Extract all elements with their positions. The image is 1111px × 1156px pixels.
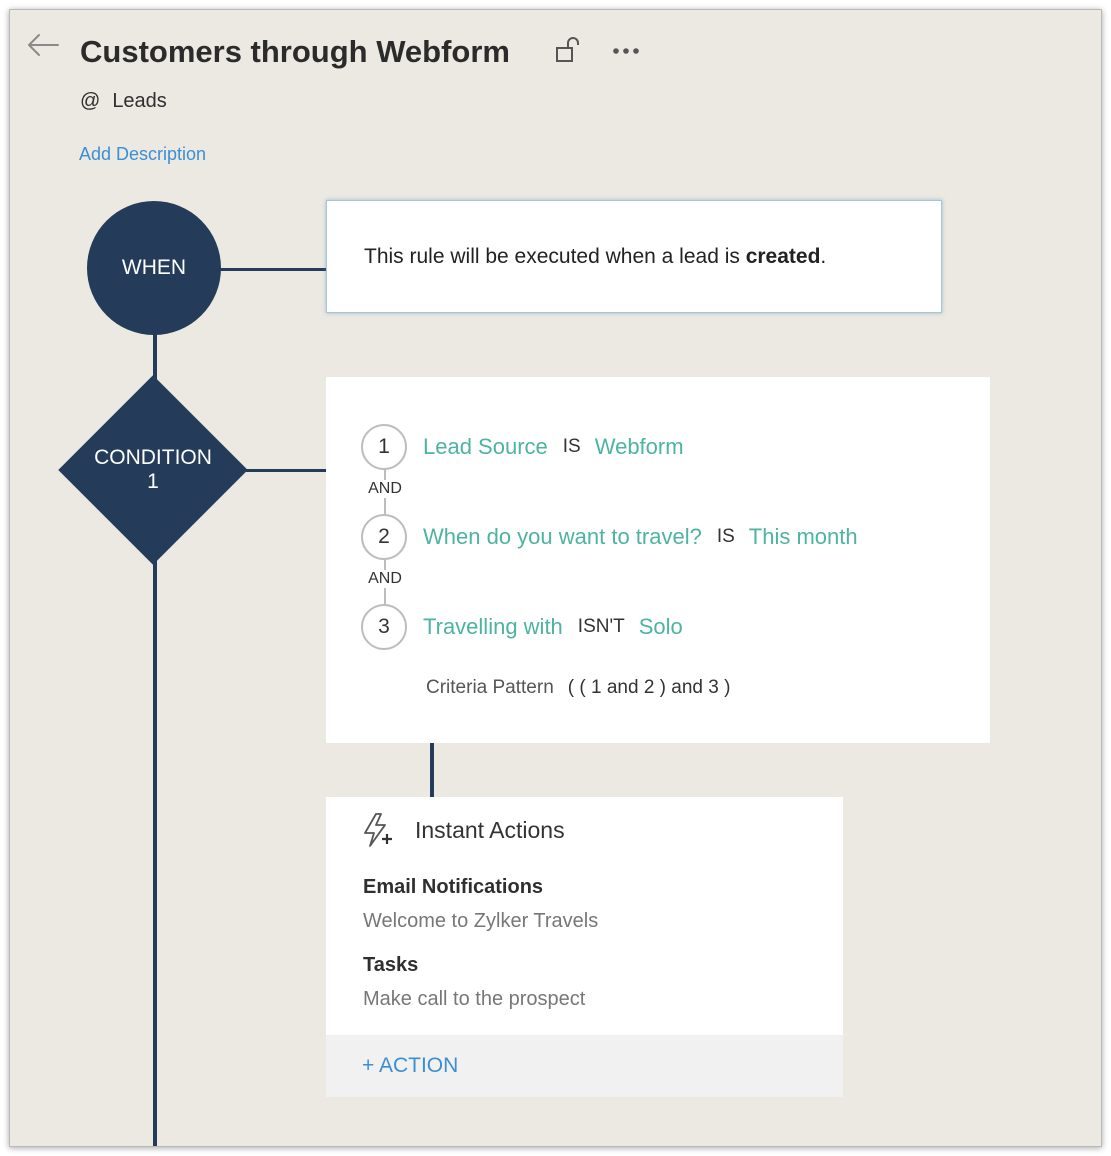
criteria-field: When do you want to travel? xyxy=(423,524,702,549)
criteria-pattern: Criteria Pattern ( ( 1 and 2 ) and 3 ) xyxy=(426,677,730,699)
actions-footer: + ACTION xyxy=(326,1035,843,1097)
criteria-number: 3 xyxy=(361,604,407,650)
module-label: @ Leads xyxy=(80,90,167,113)
criteria-pattern-label: Criteria Pattern xyxy=(426,677,554,698)
criteria-number: 2 xyxy=(361,514,407,560)
instant-action-bolt-icon xyxy=(364,813,392,847)
more-options-icon[interactable] xyxy=(612,46,640,56)
when-text-bold: created xyxy=(745,244,821,268)
when-connector-line xyxy=(220,268,328,271)
criteria-field: Travelling with xyxy=(423,614,563,639)
condition-connector-line xyxy=(246,469,328,472)
action-heading: Email Notifications xyxy=(363,876,544,898)
condition-label-line1: CONDITION xyxy=(94,446,212,469)
add-description-link[interactable]: Add Description xyxy=(79,144,206,165)
when-text-before: This rule will be executed when a lead i… xyxy=(364,244,746,268)
action-detail[interactable]: Make call to the prospect xyxy=(363,988,585,1011)
action-connector-line xyxy=(430,743,434,797)
criteria-row: 3 Travelling with ISN'T Solo xyxy=(361,604,683,650)
when-trigger-text: This rule will be executed when a lead i… xyxy=(364,245,826,269)
criteria-operator: IS xyxy=(716,526,735,547)
and-joiner-label: AND xyxy=(364,570,406,588)
add-action-button[interactable]: + ACTION xyxy=(362,1054,458,1078)
condition-box[interactable]: AND AND 1 Lead Source IS Webform 2 When … xyxy=(326,377,990,743)
when-node: WHEN xyxy=(87,201,221,335)
instant-actions-title: Instant Actions xyxy=(415,817,565,843)
action-detail[interactable]: Welcome to Zylker Travels xyxy=(363,910,598,933)
criteria-field: Lead Source xyxy=(423,434,548,459)
condition-node-label: CONDITION 1 xyxy=(58,375,248,565)
when-node-label: WHEN xyxy=(121,256,187,279)
criteria-value: Webform xyxy=(594,434,684,459)
when-text-after: . xyxy=(820,244,827,268)
back-arrow-icon[interactable] xyxy=(26,32,60,58)
criteria-value: Solo xyxy=(638,614,683,639)
criteria-number: 1 xyxy=(361,424,407,470)
module-at-symbol: @ xyxy=(80,90,101,112)
unlock-icon[interactable] xyxy=(555,36,581,64)
criteria-operator: ISN'T xyxy=(577,616,625,637)
when-trigger-box[interactable]: This rule will be executed when a lead i… xyxy=(326,200,942,313)
rule-title: Customers through Webform xyxy=(80,34,510,69)
criteria-operator: IS xyxy=(562,436,581,457)
and-joiner-label: AND xyxy=(364,480,406,498)
instant-actions-box: Instant Actions Email Notifications Welc… xyxy=(326,797,843,1097)
criteria-value: This month xyxy=(748,524,858,549)
criteria-row: 2 When do you want to travel? IS This mo… xyxy=(361,514,858,560)
action-heading: Tasks xyxy=(363,954,419,976)
condition-node: CONDITION 1 xyxy=(58,375,248,565)
workflow-rule-canvas: Customers through Webform @ Leads Add Des… xyxy=(9,9,1102,1147)
condition-label-line2: 1 xyxy=(147,470,159,493)
criteria-pattern-value: ( ( 1 and 2 ) and 3 ) xyxy=(567,677,731,698)
criteria-row: 1 Lead Source IS Webform xyxy=(361,424,684,470)
module-name: Leads xyxy=(112,90,167,112)
